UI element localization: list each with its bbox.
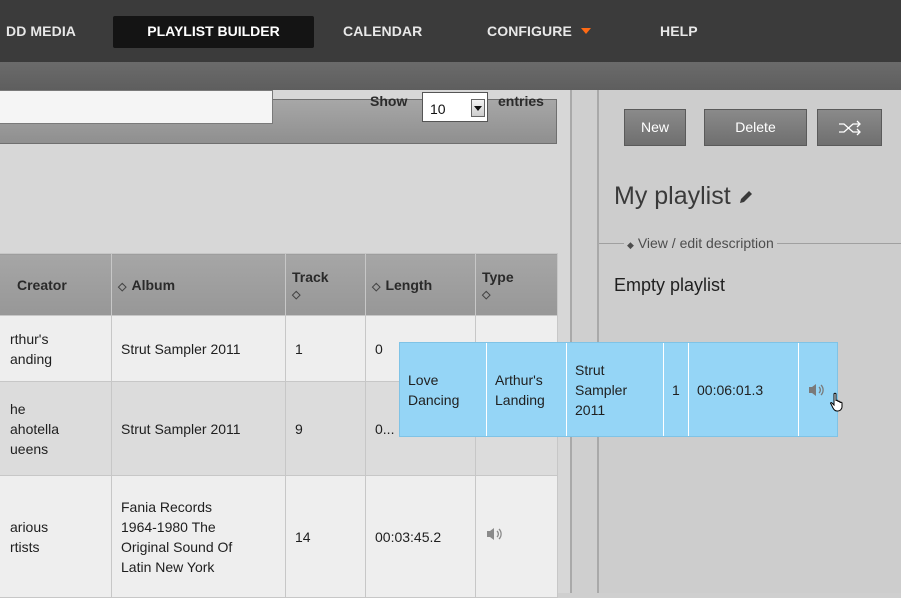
toggle-arrows-icon: ◆ [627,240,634,250]
column-header-type[interactable]: Type ◇ [475,253,558,316]
show-label: Show [370,93,408,109]
column-header-album[interactable]: ◇ Album [111,253,286,316]
entries-per-page-value: 10 [430,101,446,117]
library-search-input[interactable] [0,90,273,124]
nav-calendar[interactable]: CALENDAR [343,23,422,39]
top-navigation: DD MEDIA PLAYLIST BUILDER CALENDAR CONFI… [0,0,901,62]
sort-icon: ◇ [292,288,301,301]
dragged-track-row[interactable]: Love Dancing Arthur's Landing Strut Sampler… [399,342,838,437]
column-header-length[interactable]: ◇ Length [365,253,476,316]
new-playlist-button[interactable]: New [624,109,686,146]
playlist-title[interactable]: My playlist [614,182,754,211]
hand-cursor-icon [830,392,843,412]
speaker-icon[interactable] [485,526,505,542]
shuffle-icon [838,120,861,136]
nav-help[interactable]: HELP [660,23,698,39]
sort-icon: ◇ [118,280,127,293]
column-header-creator[interactable]: Creator [0,253,112,316]
empty-playlist-text: Empty playlist [614,275,726,295]
shuffle-button[interactable] [817,109,882,146]
nav-playlist-builder-label: PLAYLIST BUILDER [147,23,280,39]
sub-toolbar [0,62,901,90]
sort-icon: ◇ [482,288,491,301]
entries-per-page-select[interactable]: 10 [422,92,488,122]
column-header-track[interactable]: Track ◇ [285,253,366,316]
nav-playlist-builder[interactable]: PLAYLIST BUILDER [113,16,314,48]
nav-configure-label: CONFIGURE [487,23,572,39]
speaker-icon [809,383,824,396]
entries-label: entries [498,93,544,109]
pencil-icon[interactable] [738,189,754,205]
nav-configure[interactable]: CONFIGURE [487,23,591,39]
delete-playlist-button[interactable]: Delete [704,109,807,146]
table-row[interactable]: arious rtists Fania Records 1964-1980 The O… [0,475,558,598]
dropdown-arrow-icon[interactable] [471,99,485,117]
nav-add-media[interactable]: DD MEDIA [6,23,76,39]
description-toggle[interactable]: ◆ View / edit description [624,235,777,251]
sort-icon: ◇ [372,280,381,293]
chevron-down-icon [580,28,591,34]
